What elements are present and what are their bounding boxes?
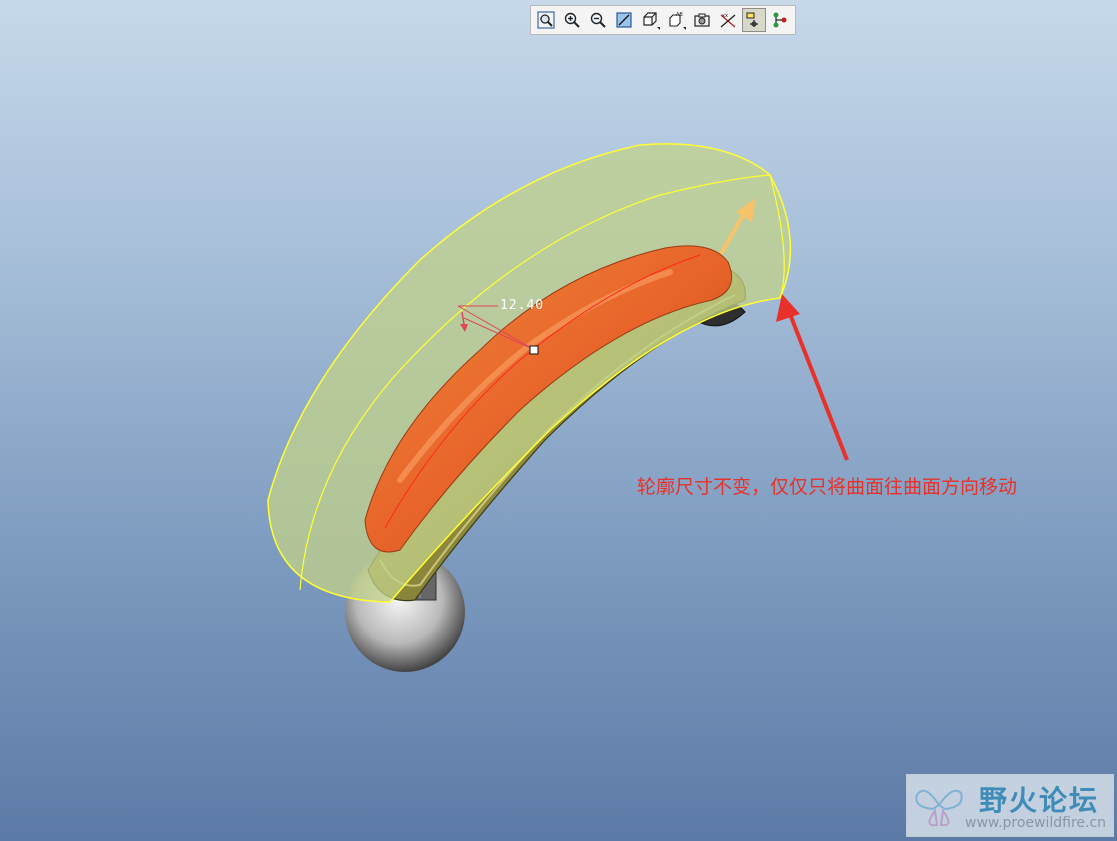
forum-watermark: 野火论坛 www.proewildfire.cn <box>906 774 1114 837</box>
annotation-text: 轮廓尺寸不变，仅仅只将曲面往曲面方向移动 <box>637 476 1018 498</box>
model-viewport[interactable] <box>0 0 1117 841</box>
watermark-url: www.proewildfire.cn <box>965 815 1107 831</box>
watermark-title: 野火论坛 <box>979 784 1100 817</box>
drag-handle[interactable] <box>529 345 539 355</box>
dimension-value[interactable]: 12.40 <box>500 298 544 313</box>
annotation-arrow <box>776 294 849 461</box>
butterfly-logo-icon <box>915 789 963 827</box>
